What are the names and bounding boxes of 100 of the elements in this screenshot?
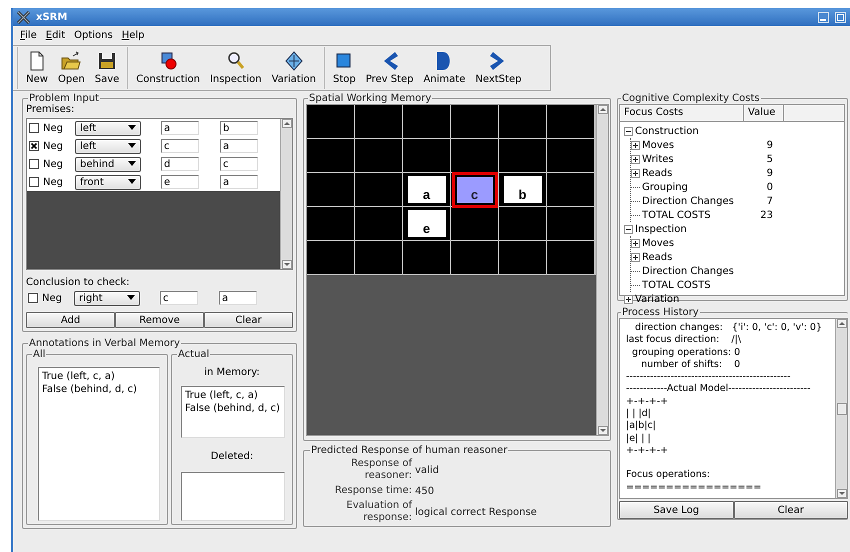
tree-item[interactable]: Grouping [642, 182, 688, 192]
tree-item[interactable]: Construction [635, 126, 699, 136]
relation-dropdown[interactable]: behind [75, 156, 141, 172]
cost-value: 7 [766, 196, 773, 206]
log-line: ------------------------------------------------ [626, 371, 792, 384]
column-header[interactable]: Focus Costs [620, 105, 744, 121]
checkbox-icon[interactable] [28, 293, 38, 304]
log-line: | | |d| [626, 408, 652, 420]
action-button[interactable]: Clear [204, 312, 293, 328]
cost-value: 5 [766, 154, 773, 164]
menu-item[interactable]: Help [118, 30, 148, 41]
vertical-scrollbar[interactable] [280, 119, 292, 270]
first-term-field[interactable]: e [161, 175, 199, 190]
chevron-left-button[interactable]: Prev Step [362, 47, 418, 89]
tree-item[interactable]: Reads [642, 252, 672, 262]
action-button[interactable]: Add [26, 312, 115, 328]
log-line: number of shifts: 0 [640, 358, 742, 372]
column-header[interactable]: Value [744, 105, 784, 121]
diamond-arrows-icon [282, 50, 305, 72]
expand-icon[interactable] [631, 154, 640, 164]
tree-item[interactable]: Direction Changes [642, 196, 734, 206]
square-circle-button[interactable]: Construction [132, 47, 204, 89]
log-line: ================= [626, 482, 762, 494]
neg-checkbox[interactable]: Neg [29, 122, 75, 134]
page-button[interactable]: New [22, 47, 52, 89]
scroll-up-icon[interactable] [282, 119, 292, 128]
letter-tile[interactable]: b [504, 176, 542, 203]
second-term-field[interactable]: c [220, 157, 258, 172]
neg-checkbox[interactable]: Neg [29, 140, 75, 152]
relation-dropdown[interactable]: right [74, 290, 140, 306]
expand-icon[interactable] [631, 168, 640, 178]
log-button[interactable]: Clear [734, 501, 848, 519]
diamond-arrows-button[interactable]: Variation [268, 47, 320, 89]
action-button[interactable]: Remove [115, 312, 204, 328]
scroll-down-icon[interactable] [836, 489, 846, 498]
dropdown-arrow-icon [128, 125, 136, 132]
tree-item[interactable]: TOTAL COSTS [642, 280, 711, 290]
second-term-field[interactable]: a [220, 175, 258, 190]
half-circle-button[interactable]: Animate [419, 47, 470, 89]
collapse-icon[interactable] [624, 224, 633, 234]
group-title: Problem Input [28, 93, 100, 104]
scroll-up-icon[interactable] [598, 105, 608, 114]
menu-item[interactable]: File [17, 30, 40, 41]
checkbox-icon[interactable] [29, 123, 39, 134]
maximize-icon[interactable] [835, 12, 846, 22]
expand-icon[interactable] [631, 252, 640, 262]
magnifier-button[interactable]: Inspection [206, 47, 266, 89]
scroll-down-icon[interactable] [282, 260, 292, 270]
collapse-icon[interactable] [624, 126, 633, 136]
neg-checkbox[interactable]: Neg [29, 176, 75, 188]
first-term-field[interactable]: d [161, 157, 199, 172]
scrollbar-thumb[interactable] [836, 402, 846, 414]
second-term-field[interactable]: a [219, 291, 257, 306]
floppy-disk-button[interactable]: Save [90, 47, 124, 89]
first-term-field[interactable]: c [160, 291, 198, 306]
field-value: valid [415, 464, 440, 476]
folder-button[interactable]: Open [54, 47, 89, 89]
second-term-field[interactable]: b [220, 121, 258, 136]
vertical-scrollbar[interactable] [596, 105, 608, 435]
relation-dropdown[interactable]: left [75, 120, 141, 136]
list-item[interactable]: True (left, c, a) [185, 389, 281, 402]
list-item[interactable]: False (behind, d, c) [42, 383, 156, 396]
list-item[interactable]: True (left, c, a) [42, 370, 156, 383]
expand-icon[interactable] [631, 238, 640, 248]
tree-item[interactable]: Moves [642, 238, 674, 248]
tree-item[interactable]: Moves [642, 140, 674, 150]
scroll-up-icon[interactable] [836, 319, 846, 328]
checkbox-icon[interactable] [29, 141, 39, 152]
vertical-scrollbar[interactable] [835, 319, 847, 498]
tree-item[interactable]: Reads [642, 168, 672, 178]
neg-checkbox[interactable]: Neg [29, 158, 75, 170]
tree-item[interactable]: Inspection [635, 224, 687, 234]
relation-dropdown[interactable]: front [75, 174, 141, 190]
letter-tile[interactable]: e [408, 210, 446, 237]
log-button[interactable]: Save Log [619, 501, 734, 519]
tree-item[interactable]: TOTAL COSTS [642, 210, 711, 220]
group-title: Cognitive Complexity Costs [621, 93, 761, 104]
checkbox-icon[interactable] [29, 159, 39, 170]
letter-tile[interactable]: a [408, 176, 446, 203]
relation-dropdown[interactable]: left [75, 138, 141, 154]
expand-icon[interactable] [624, 294, 633, 304]
checkbox-icon[interactable] [29, 177, 39, 188]
first-term-field[interactable]: a [161, 121, 199, 136]
tree-item[interactable]: Variation [635, 294, 680, 304]
menu-item[interactable]: Edit [42, 30, 68, 41]
minimize-icon[interactable] [818, 12, 829, 22]
first-term-field[interactable]: c [161, 139, 199, 154]
expand-icon[interactable] [631, 140, 640, 150]
neg-checkbox[interactable]: Neg [28, 292, 74, 304]
list-item[interactable]: False (behind, d, c) [185, 402, 281, 415]
scroll-down-icon[interactable] [598, 426, 608, 435]
menu-item[interactable]: Options [71, 30, 116, 41]
second-term-field[interactable]: a [220, 139, 258, 154]
tree-item[interactable]: Direction Changes [642, 266, 734, 276]
dropdown-arrow-icon [128, 161, 136, 168]
field-value: 450 [415, 486, 436, 496]
log-line: |e| | | [626, 432, 652, 445]
square-button[interactable]: Stop [328, 47, 360, 89]
chevron-right-button[interactable]: NextStep [471, 47, 526, 89]
tree-item[interactable]: Writes [642, 154, 674, 164]
